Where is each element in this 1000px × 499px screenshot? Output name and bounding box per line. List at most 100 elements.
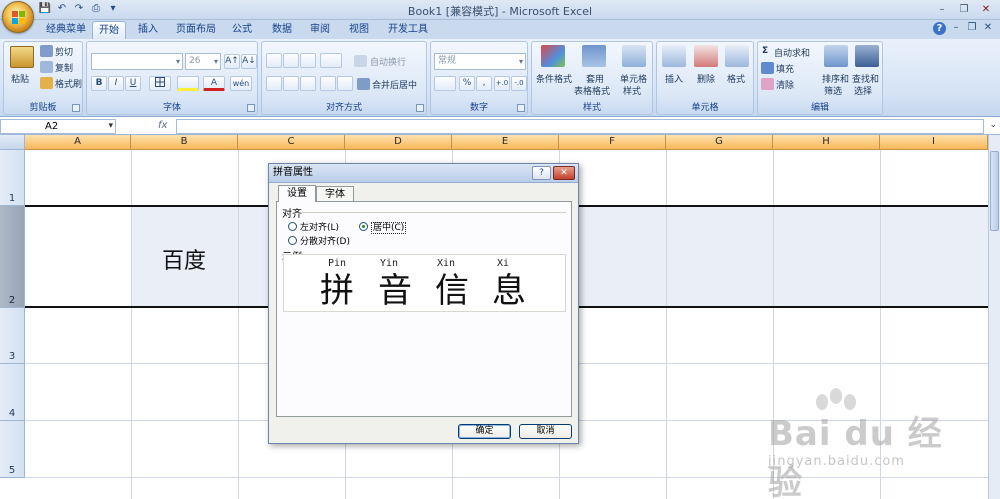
phonetic-guide-button[interactable]: wén xyxy=(230,76,252,91)
merge-center-button[interactable]: 合并后居中 xyxy=(372,78,417,91)
find-select-icon[interactable] xyxy=(855,45,879,67)
insert-cells-icon[interactable] xyxy=(662,45,686,67)
comma-button[interactable]: , xyxy=(476,76,492,91)
name-box[interactable]: A2 xyxy=(0,119,116,134)
radio-distributed[interactable]: 分散对齐(D) xyxy=(288,234,350,247)
tab-settings[interactable]: 设置 xyxy=(278,185,316,202)
column-header-b[interactable]: B xyxy=(131,135,238,150)
cut-icon[interactable] xyxy=(40,45,53,57)
minimize-icon[interactable]: – xyxy=(932,2,952,17)
restore-icon[interactable]: ❐ xyxy=(954,2,974,17)
tab-font[interactable]: 字体 xyxy=(316,186,354,202)
paste-button[interactable]: 粘贴 xyxy=(11,72,29,85)
wrap-text-button[interactable]: 自动换行 xyxy=(370,55,406,68)
column-header-g[interactable]: G xyxy=(666,135,773,150)
workbook-restore-icon[interactable]: ❐ xyxy=(966,22,978,35)
format-cells-icon[interactable] xyxy=(725,45,749,67)
align-bottom-button[interactable] xyxy=(300,53,316,68)
column-header-i[interactable]: I xyxy=(880,135,988,150)
row-header-1[interactable]: 1 xyxy=(0,150,25,206)
dialog-close-icon[interactable]: ✕ xyxy=(553,166,575,180)
delete-cells-icon[interactable] xyxy=(694,45,718,67)
vertical-scrollbar[interactable] xyxy=(988,135,1000,499)
alignment-launcher-icon[interactable] xyxy=(416,104,424,112)
select-all-corner[interactable] xyxy=(0,135,25,150)
borders-button[interactable] xyxy=(149,76,171,91)
autosum-icon[interactable]: Σ xyxy=(762,46,768,56)
orientation-button[interactable] xyxy=(320,53,342,68)
wrap-text-icon[interactable] xyxy=(354,55,367,67)
copy-button[interactable]: 复制 xyxy=(55,61,73,74)
align-right-button[interactable] xyxy=(300,76,316,91)
fill-color-button[interactable] xyxy=(177,76,199,91)
column-header-a[interactable]: A xyxy=(25,135,131,150)
conditional-format-icon[interactable] xyxy=(541,45,565,67)
column-header-d[interactable]: D xyxy=(345,135,452,150)
clear-button[interactable]: 清除 xyxy=(776,78,794,91)
row-header-5[interactable]: 5 xyxy=(0,421,25,478)
grow-font-button[interactable]: A↑ xyxy=(224,54,240,69)
align-center-button[interactable] xyxy=(283,76,299,91)
insert-function-icon[interactable]: fx xyxy=(158,120,167,131)
tab-insert[interactable]: 插入 xyxy=(132,21,164,39)
align-top-button[interactable] xyxy=(266,53,282,68)
sort-filter-icon[interactable] xyxy=(824,45,848,67)
font-size-combo[interactable]: 26 xyxy=(185,53,221,70)
tab-data[interactable]: 数据 xyxy=(266,21,298,39)
copy-icon[interactable] xyxy=(40,61,53,73)
tab-classic-menu[interactable]: 经典菜单 xyxy=(40,21,92,39)
clipboard-launcher-icon[interactable] xyxy=(72,104,80,112)
help-icon[interactable]: ? xyxy=(933,22,946,35)
row-header-3[interactable]: 3 xyxy=(0,308,25,364)
cell-styles-label-2[interactable]: 样式 xyxy=(623,84,641,97)
tab-view[interactable]: 视图 xyxy=(343,21,375,39)
format-as-table-icon[interactable] xyxy=(582,45,606,67)
tab-developer[interactable]: 开发工具 xyxy=(382,21,434,39)
cut-button[interactable]: 剪切 xyxy=(55,45,73,58)
column-header-f[interactable]: F xyxy=(559,135,666,150)
tab-page-layout[interactable]: 页面布局 xyxy=(170,21,222,39)
cancel-button[interactable]: 取消 xyxy=(519,424,572,439)
close-icon[interactable]: ✕ xyxy=(976,2,996,17)
workbook-minimize-icon[interactable]: – xyxy=(950,22,962,35)
increase-decimal-button[interactable]: +.0 xyxy=(494,76,510,91)
increase-indent-button[interactable] xyxy=(337,76,353,91)
tab-review[interactable]: 审阅 xyxy=(304,21,336,39)
accounting-format-button[interactable] xyxy=(434,76,456,91)
tab-home[interactable]: 开始 xyxy=(92,21,126,39)
format-cells-button[interactable]: 格式 xyxy=(727,72,745,85)
clear-icon[interactable] xyxy=(761,78,774,90)
percent-button[interactable]: % xyxy=(459,76,475,91)
radio-left-align[interactable]: 左对齐(L) xyxy=(288,220,339,233)
underline-button[interactable]: U xyxy=(125,76,141,91)
format-as-table-label-2[interactable]: 表格格式 xyxy=(574,84,610,97)
dialog-help-icon[interactable]: ? xyxy=(532,166,551,180)
office-button[interactable] xyxy=(2,1,34,33)
delete-cells-button[interactable]: 删除 xyxy=(697,72,715,85)
cell-styles-icon[interactable] xyxy=(622,45,646,67)
ok-button[interactable]: 确定 xyxy=(458,424,511,439)
workbook-close-icon[interactable]: ✕ xyxy=(982,22,994,35)
font-name-combo[interactable] xyxy=(91,53,183,70)
shrink-font-button[interactable]: A↓ xyxy=(241,54,257,69)
font-color-button[interactable]: A xyxy=(203,76,225,91)
number-format-combo[interactable]: 常规 xyxy=(434,53,526,70)
radio-center[interactable]: 居中(C) xyxy=(359,220,407,234)
scrollbar-thumb[interactable] xyxy=(990,151,999,231)
decrease-indent-button[interactable] xyxy=(320,76,336,91)
row-header-4[interactable]: 4 xyxy=(0,364,25,421)
sort-filter-label-2[interactable]: 筛选 xyxy=(824,84,842,97)
find-select-label-2[interactable]: 选择 xyxy=(854,84,872,97)
bold-button[interactable]: B xyxy=(91,76,107,91)
column-header-c[interactable]: C xyxy=(238,135,345,150)
paste-icon[interactable] xyxy=(10,46,34,68)
align-middle-button[interactable] xyxy=(283,53,299,68)
format-painter-button[interactable]: 格式刷 xyxy=(55,77,82,90)
font-launcher-icon[interactable] xyxy=(247,104,255,112)
format-painter-icon[interactable] xyxy=(40,77,53,89)
tab-formulas[interactable]: 公式 xyxy=(226,21,258,39)
italic-button[interactable]: I xyxy=(108,76,124,91)
autosum-button[interactable]: 自动求和 xyxy=(774,46,810,59)
fill-button[interactable]: 填充 xyxy=(776,62,794,75)
decrease-decimal-button[interactable]: -.0 xyxy=(511,76,527,91)
